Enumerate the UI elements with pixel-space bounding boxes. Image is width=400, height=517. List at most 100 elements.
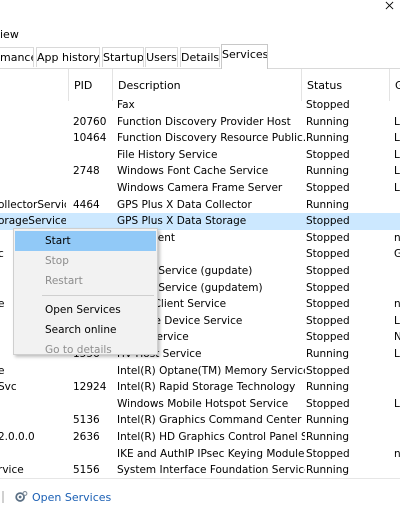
cell-description: System Interface Foundation Service	[117, 464, 305, 477]
cell-status: Running	[306, 348, 350, 360]
open-services-link[interactable]: Open Services	[32, 491, 111, 504]
cell-description: Intel(R) Rapid Storage Technology	[117, 381, 296, 394]
cell-status: Stopped	[306, 314, 350, 327]
cell-status: Stopped	[306, 364, 350, 377]
tab-startup[interactable]: Startup	[102, 47, 144, 67]
menu-item-search-online[interactable]: Search online	[15, 320, 156, 340]
column-header-status[interactable]: Status	[307, 79, 342, 92]
menu-separator	[42, 295, 154, 296]
cell-description: Intel(R) Optane(TM) Memory Service	[117, 364, 305, 377]
cell-status: Running	[306, 132, 350, 145]
cell-name: rvice	[0, 464, 24, 477]
cell-description: Intel(R) HD Graphics Control Panel S...	[117, 431, 305, 443]
cell-pid: 2748	[73, 165, 100, 178]
cell-pid: 2636	[73, 431, 100, 443]
cell-group: L	[394, 115, 400, 128]
cell-status: Stopped	[306, 231, 350, 244]
cell-name: e	[0, 364, 5, 377]
table-row[interactable]: 5136 Intel(R) Graphics Command Center ...…	[0, 412, 400, 429]
column-header-group[interactable]: G	[395, 79, 400, 92]
cell-pid: 12924	[73, 381, 107, 394]
table-row[interactable]: e Intel(R) Optane(TM) Memory Service Stopp…	[0, 363, 400, 380]
cell-status: Stopped	[306, 99, 350, 111]
table-row[interactable]: 2748 Windows Font Cache Service Running L	[0, 163, 400, 180]
column-header-description[interactable]: Description	[118, 79, 181, 92]
menu-item-open-services[interactable]: Open Services	[15, 300, 156, 320]
cell-status: Stopped	[306, 265, 350, 277]
cell-name: ollectorService	[0, 198, 66, 211]
cell-group: L	[394, 397, 400, 410]
title-menu-bar: iew	[0, 0, 400, 44]
cell-description: IKE and AuthIP IPsec Keying Modules	[117, 447, 305, 460]
cell-group: L	[394, 348, 400, 360]
menu-item-restart: Restart	[45, 275, 83, 287]
cell-pid: 4464	[73, 198, 100, 211]
table-row[interactable]: Windows Camera Frame Server Stopped L	[0, 180, 400, 197]
column-header-pid[interactable]: PID	[74, 79, 92, 92]
table-row[interactable]: Windows Mobile Hotspot Service Stopped L	[0, 396, 400, 413]
cell-group: L	[394, 148, 400, 161]
services-gear-icon[interactable]	[14, 490, 28, 504]
cell-status: Stopped	[306, 298, 350, 311]
cell-status: Stopped	[306, 215, 350, 228]
cell-group: L	[394, 165, 400, 178]
cell-pid: 5136	[73, 414, 100, 427]
cell-status: Stopped	[306, 447, 350, 460]
table-row[interactable]: Fax Stopped	[0, 97, 400, 114]
table-row[interactable]: Svc 12924 Intel(R) Rapid Storage Technolog…	[0, 379, 400, 396]
cell-description: Function Discovery Resource Public...	[117, 132, 305, 145]
footer-bar: Open Services	[0, 478, 400, 517]
fewer-details-toggle[interactable]	[2, 491, 4, 503]
table-row[interactable]: rvice 5156 System Interface Foundation Ser…	[0, 462, 400, 478]
cell-description: GPS Plus X Data Collector	[117, 198, 252, 211]
cell-status: Running	[306, 431, 350, 443]
tab-performance[interactable]: mance	[0, 47, 34, 67]
cell-pid: 20760	[73, 115, 107, 128]
table-row[interactable]: ollectorService 4464 GPS Plus X Data Colle…	[0, 197, 400, 214]
cell-description: File History Service	[117, 148, 218, 161]
table-row[interactable]: 20760 Function Discovery Provider Host Run…	[0, 114, 400, 131]
cell-pid: 5156	[73, 464, 100, 477]
table-row[interactable]: 10464 Function Discovery Resource Public.…	[0, 130, 400, 147]
cell-status: Running	[306, 414, 350, 427]
cell-status: Running	[306, 165, 350, 178]
menu-view[interactable]: iew	[0, 28, 19, 41]
menu-item-stop: Stop	[45, 255, 69, 267]
context-menu: Start Stop Restart Open Services Search onli…	[13, 228, 158, 356]
close-icon[interactable]	[385, 1, 394, 10]
cell-group: L	[394, 182, 400, 194]
tab-bar: mance App history Startup Users Details …	[0, 44, 400, 69]
tab-users[interactable]: Users	[145, 47, 178, 67]
cell-group: N	[394, 331, 400, 344]
tab-details[interactable]: Details	[180, 47, 220, 67]
cell-group: n	[394, 231, 400, 244]
cell-status: Stopped	[306, 397, 350, 410]
cell-status: Stopped	[306, 281, 350, 294]
tab-services[interactable]: Services	[221, 44, 268, 69]
table-row[interactable]: IKE and AuthIP IPsec Keying Modules Stopp…	[0, 446, 400, 463]
cell-description: Windows Font Cache Service	[117, 165, 269, 178]
tab-app-history[interactable]: App history	[36, 47, 100, 67]
cell-group: L	[394, 314, 400, 327]
cell-description: Windows Camera Frame Server	[117, 182, 283, 194]
cell-name: 2.0.0.0	[0, 431, 35, 443]
cell-description: Intel(R) Graphics Command Center ...	[117, 414, 305, 427]
cell-group: n	[394, 298, 400, 311]
cell-description: Fax	[117, 99, 135, 111]
cell-description: Function Discovery Provider Host	[117, 115, 291, 128]
cell-status: Stopped	[306, 331, 350, 344]
cell-pid: 10464	[73, 132, 107, 145]
cell-status: Stopped	[306, 248, 350, 261]
table-row[interactable]: 2.0.0.0 2636 Intel(R) HD Graphics Control …	[0, 429, 400, 446]
cell-status: Stopped	[306, 182, 350, 194]
cell-status: Stopped	[306, 148, 350, 161]
menu-item-go-to-details: Go to details	[45, 344, 112, 356]
cell-group: L	[394, 132, 400, 145]
table-row[interactable]: File History Service Stopped L	[0, 147, 400, 164]
cell-group: G	[394, 248, 400, 261]
cell-status: Running	[306, 464, 350, 477]
cell-group: n	[394, 447, 400, 460]
menu-item-start[interactable]: Start	[15, 231, 156, 251]
cell-status: Running	[306, 115, 350, 128]
cell-status: Running	[306, 198, 350, 211]
